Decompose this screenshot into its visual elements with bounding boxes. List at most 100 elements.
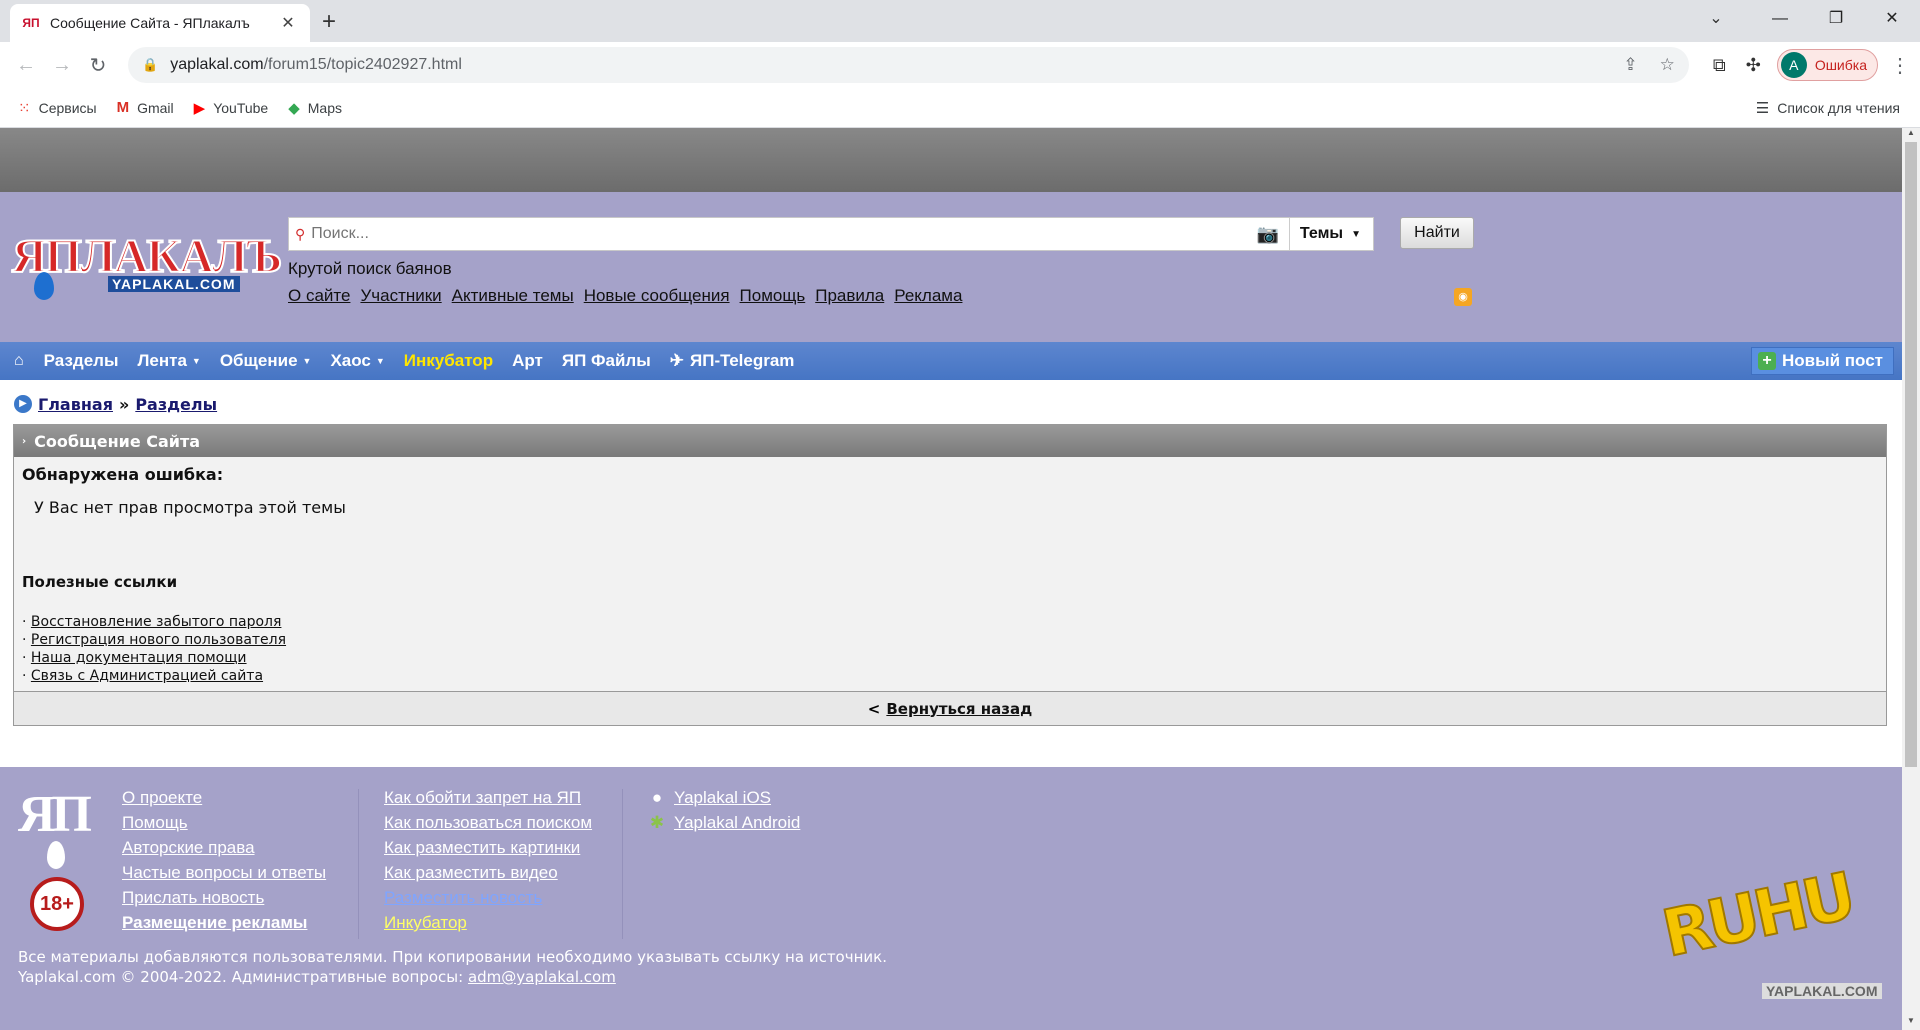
app-android[interactable]: ✱ Yaplakal Android — [648, 810, 800, 835]
bookmark-apps[interactable]: ⁙ Сервисы — [18, 99, 97, 117]
breadcrumb-home[interactable]: Главная — [38, 395, 113, 414]
link-help-docs[interactable]: Наша документация помощи — [31, 650, 247, 666]
footer-link-ios[interactable]: Yaplakal iOS — [674, 785, 771, 810]
lock-icon[interactable]: 🔒 — [142, 57, 158, 73]
link-help[interactable]: Помощь — [740, 286, 806, 306]
footer-column-1: О проекте Помощь Авторские права Частые … — [122, 785, 326, 935]
rss-icon[interactable]: ◉ — [1454, 288, 1472, 306]
link-contact-admin[interactable]: Связь с Администрацией сайта — [31, 668, 263, 684]
forward-arrow-icon[interactable]: → — [46, 49, 78, 81]
back-prefix: < — [867, 699, 881, 718]
apple-icon: ● — [651, 788, 663, 807]
back-arrow-icon[interactable]: ← — [10, 49, 42, 81]
minimize-icon[interactable]: — — [1752, 0, 1808, 38]
share-icon[interactable]: ⇪ — [1623, 55, 1637, 75]
search-type-value: Темы — [1299, 225, 1344, 242]
browser-tab-active[interactable]: ЯП Сообщение Сайта - ЯПлакалъ ✕ — [10, 4, 310, 42]
useful-links-title: Полезные ссылки — [22, 573, 178, 591]
nav-label: Лента — [137, 351, 187, 370]
footer-link-bypass-ban[interactable]: Как обойти запрет на ЯП — [384, 785, 592, 810]
search-type-select[interactable]: Темы ▼ — [1288, 218, 1373, 250]
scrollbar-thumb[interactable] — [1905, 142, 1917, 767]
scroll-up-icon[interactable]: ▲ — [1902, 128, 1920, 142]
header-links: О сайте Участники Активные темы Новые со… — [288, 286, 972, 306]
address-bar[interactable]: 🔒 yaplakal.com/forum15/topic2402927.html… — [128, 47, 1689, 83]
nav-art[interactable]: Арт — [512, 351, 543, 371]
url-text[interactable]: yaplakal.com/forum15/topic2402927.html — [170, 56, 1601, 74]
footer-link-search-howto[interactable]: Как пользоваться поиском — [384, 810, 592, 835]
footer-column-2: Как обойти запрет на ЯП Как пользоваться… — [384, 785, 592, 935]
link-new-messages[interactable]: Новые сообщения — [584, 286, 730, 306]
nav-feed[interactable]: Лента ▼ — [137, 351, 200, 371]
nav-incubator[interactable]: Инкубатор — [404, 351, 493, 371]
scroll-down-icon[interactable]: ▼ — [1902, 1016, 1920, 1030]
nav-label: Хаос — [330, 351, 371, 370]
nav-label: Общение — [219, 351, 298, 370]
telegram-icon: ✈ — [669, 351, 684, 370]
reading-list-button[interactable]: ☰ Список для чтения — [1756, 88, 1900, 128]
reload-icon[interactable]: ↻ — [82, 49, 114, 81]
camera-icon[interactable]: 📷 — [1257, 224, 1279, 245]
bookmark-youtube[interactable]: ▶ YouTube — [194, 99, 269, 117]
home-icon[interactable]: ⌂ — [14, 352, 24, 370]
bookmark-star-icon[interactable]: ☆ — [1660, 55, 1675, 75]
link-recover-password[interactable]: Восстановление забытого пароля — [31, 614, 282, 630]
site-logo[interactable]: ЯПЛАКАЛЪ YAPLAKAL.COM — [11, 231, 283, 300]
site-message-box: › Сообщение Сайта Обнаружена ошибка: У В… — [13, 424, 1887, 726]
footer-link-incubator[interactable]: Инкубатор — [384, 910, 592, 935]
error-text: У Вас нет прав просмотра этой темы — [34, 498, 346, 517]
search-button[interactable]: Найти — [1400, 217, 1474, 249]
tab-search-chevron-icon[interactable]: ⌄ — [1688, 0, 1744, 38]
profile-status: Ошибка — [1814, 57, 1867, 73]
link-about[interactable]: О сайте — [288, 286, 350, 306]
footer-link-about[interactable]: О проекте — [122, 785, 326, 810]
footer-column-3: ● Yaplakal iOS ✱ Yaplakal Android — [648, 785, 800, 835]
restore-icon[interactable]: ❐ — [1808, 0, 1864, 38]
go-back-link[interactable]: Вернуться назад — [886, 700, 1032, 718]
link-register[interactable]: Регистрация нового пользователя — [31, 632, 286, 648]
page-scrollbar[interactable]: ▲ ▼ — [1902, 128, 1920, 1030]
ruhu-badge[interactable]: RUHU YAPLAKAL.COM — [1652, 859, 1892, 1005]
plus-icon: + — [1757, 352, 1776, 370]
new-tab-button[interactable]: + — [322, 8, 336, 36]
footer-link-copyright[interactable]: Авторские права — [122, 835, 326, 860]
link-members[interactable]: Участники — [360, 286, 441, 306]
footer-link-images-howto[interactable]: Как разместить картинки — [384, 835, 592, 860]
close-tab-icon[interactable]: ✕ — [278, 13, 298, 33]
footer-link-help[interactable]: Помощь — [122, 810, 326, 835]
bookmark-gmail[interactable]: M Gmail — [117, 99, 174, 116]
footer-link-video-howto[interactable]: Как разместить видео — [384, 860, 592, 885]
link-ads[interactable]: Реклама — [894, 286, 962, 306]
close-window-icon[interactable]: ✕ — [1864, 0, 1920, 38]
puzzle-icon[interactable]: ✣ — [1746, 55, 1761, 76]
reading-list-label: Список для чтения — [1777, 100, 1900, 116]
nav-sections[interactable]: Разделы — [44, 351, 119, 371]
admin-email-link[interactable]: adm@yaplakal.com — [468, 968, 616, 986]
breadcrumb-separator: » — [118, 394, 130, 414]
profile-button[interactable]: A Ошибка — [1776, 49, 1878, 81]
footer-link-android[interactable]: Yaplakal Android — [674, 810, 800, 835]
app-ios[interactable]: ● Yaplakal iOS — [648, 785, 800, 810]
footer-link-advertising[interactable]: Размещение рекламы — [122, 910, 326, 935]
nav-communication[interactable]: Общение ▼ — [220, 351, 312, 371]
link-active-topics[interactable]: Активные темы — [452, 286, 574, 306]
bookmarks-bar: ⁙ Сервисы M Gmail ▶ YouTube ◆ Maps ☰ Спи… — [0, 88, 1920, 128]
nav-chaos[interactable]: Хаос ▼ — [330, 351, 384, 371]
bookmark-maps[interactable]: ◆ Maps — [288, 99, 342, 117]
nav-telegram[interactable]: ✈ ЯП-Telegram — [670, 351, 795, 371]
footer-link-post-news[interactable]: Разместить новость — [384, 885, 592, 910]
search-input[interactable] — [311, 225, 1247, 243]
apps-grid-icon: ⁙ — [18, 99, 31, 117]
kebab-menu-icon[interactable]: ⋮ — [1890, 53, 1910, 78]
bookmark-label: Maps — [307, 99, 342, 116]
extension-icon[interactable]: ⧉ — [1713, 55, 1726, 76]
footer-link-send-news[interactable]: Прислать новость — [122, 885, 326, 910]
list-item: · Наша документация помощи — [22, 650, 247, 666]
footer-link-faq[interactable]: Частые вопросы и ответы — [122, 860, 326, 885]
nav-files[interactable]: ЯП Файлы — [562, 351, 651, 371]
link-rules[interactable]: Правила — [815, 286, 884, 306]
breadcrumb-sections[interactable]: Разделы — [135, 395, 217, 414]
caret-down-icon: ▼ — [302, 356, 312, 366]
nav-label: Разделы — [43, 351, 119, 370]
new-post-button[interactable]: + Новый пост — [1750, 347, 1894, 375]
